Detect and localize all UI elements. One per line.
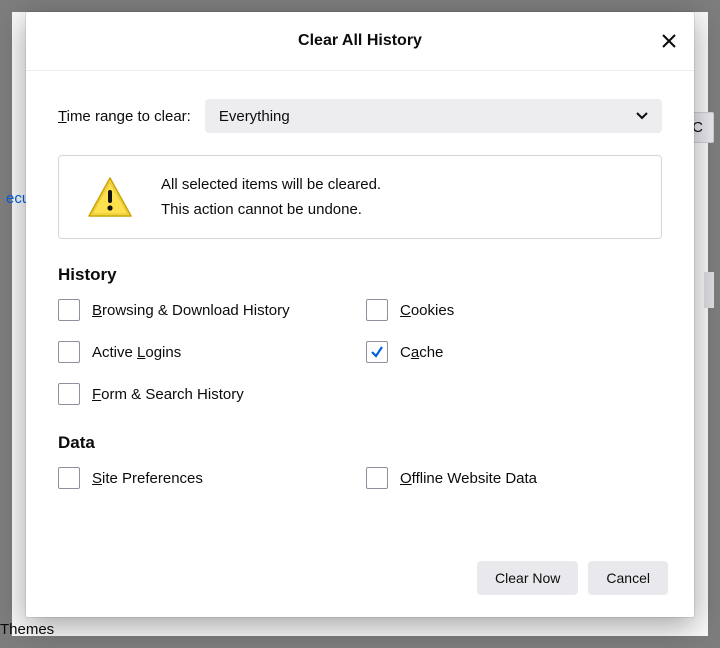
time-range-access-key: T [58,108,67,125]
close-icon [662,34,676,48]
cancel-button[interactable]: Cancel [588,561,668,595]
section-title-data: Data [58,433,662,453]
history-option-1-label: Cookies [400,302,454,319]
time-range-select[interactable]: Everything [205,99,662,133]
history-option-1-checkbox[interactable] [366,299,388,321]
dialog-footer: Clear Now Cancel [26,561,694,617]
dialog-title: Clear All History [298,32,422,50]
history-option-2-label: Active Logins [92,344,181,361]
background-themes-label: Themes [0,621,54,638]
history-option-0[interactable]: Browsing & Download History [58,299,354,321]
history-options: Browsing & Download History Cookies Active… [58,299,662,405]
warning-box: All selected items will be cleared. This… [58,155,662,239]
warning-line1: All selected items will be cleared. [161,176,381,193]
time-range-label-text: ime range to clear: [67,108,191,125]
background-grey-block [704,272,714,308]
clear-history-dialog: Clear All History Time range to clear: E… [26,12,694,617]
data-option-1[interactable]: Offline Website Data [366,467,662,489]
close-button[interactable] [654,26,684,56]
history-option-3-checkbox[interactable] [366,341,388,363]
clear-now-button[interactable]: Clear Now [477,561,578,595]
dialog-header: Clear All History [26,12,694,71]
page-background: ecu C Themes Clear All History Time rang… [0,0,720,648]
warning-line2: This action cannot be undone. [161,201,381,218]
data-option-0-checkbox[interactable] [58,467,80,489]
warning-text: All selected items will be cleared. This… [161,176,381,218]
time-range-label: Time range to clear: [58,108,191,125]
section-title-history: History [58,265,662,285]
data-option-0[interactable]: Site Preferences [58,467,354,489]
dialog-body: Time range to clear: Everything [26,71,694,561]
history-option-0-checkbox[interactable] [58,299,80,321]
history-option-0-label: Browsing & Download History [92,302,290,319]
history-option-4-label: Form & Search History [92,386,244,403]
time-range-value: Everything [219,108,290,125]
history-option-4-checkbox[interactable] [58,383,80,405]
history-option-3-label: Cache [400,344,443,361]
chevron-down-icon [636,112,648,120]
time-range-row: Time range to clear: Everything [58,99,662,133]
history-option-3[interactable]: Cache [366,341,662,363]
warning-icon [87,176,133,218]
history-option-1[interactable]: Cookies [366,299,662,321]
history-option-2[interactable]: Active Logins [58,341,354,363]
history-option-2-checkbox[interactable] [58,341,80,363]
data-options: Site Preferences Offline Website Data [58,467,662,489]
data-option-1-checkbox[interactable] [366,467,388,489]
history-option-4[interactable]: Form & Search History [58,383,354,405]
data-option-0-label: Site Preferences [92,470,203,487]
data-option-1-label: Offline Website Data [400,470,537,487]
